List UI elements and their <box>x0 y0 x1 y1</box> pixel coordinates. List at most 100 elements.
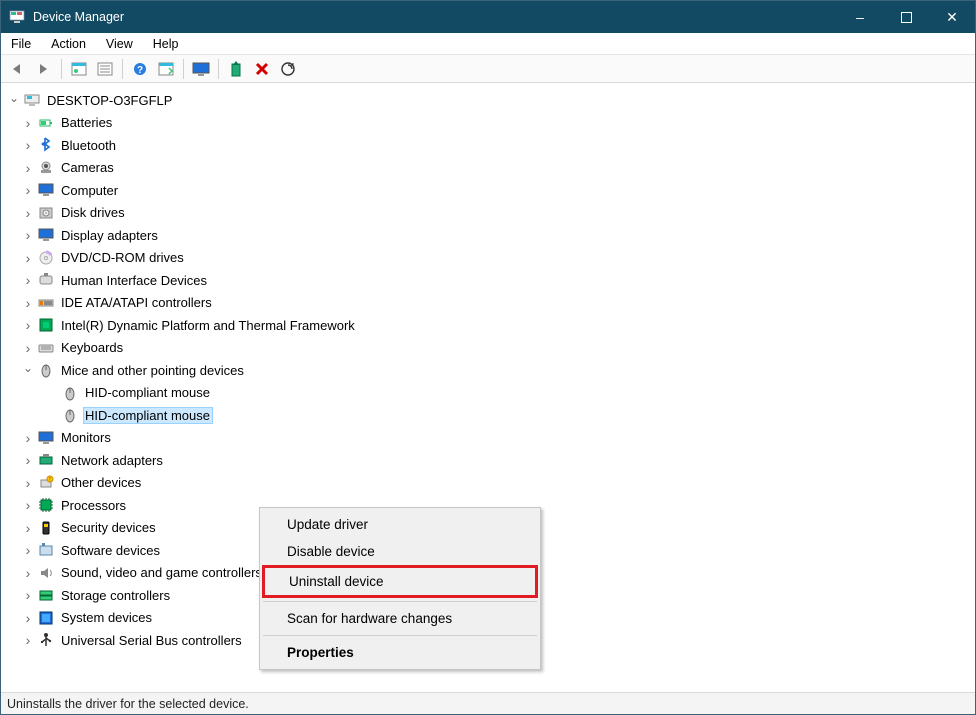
category-node[interactable]: Network adapters <box>1 449 975 472</box>
caret-icon[interactable] <box>21 587 35 603</box>
ide-icon <box>37 294 55 312</box>
disk-icon <box>37 204 55 222</box>
caret-icon[interactable] <box>21 317 35 333</box>
properties-button[interactable] <box>93 58 117 80</box>
root-label[interactable]: DESKTOP-O3FGFLP <box>45 92 175 109</box>
close-button[interactable]: ✕ <box>929 1 975 33</box>
menu-action[interactable]: Action <box>41 35 96 53</box>
caret-icon[interactable] <box>21 452 35 468</box>
network-icon <box>37 451 55 469</box>
monitor-toolbar-icon[interactable] <box>189 58 213 80</box>
minimize-button[interactable]: – <box>837 1 883 33</box>
ctx-uninstall-device[interactable]: Uninstall device <box>265 568 535 595</box>
category-node[interactable]: Disk drives <box>1 202 975 225</box>
category-node[interactable]: Batteries <box>1 112 975 135</box>
caret-icon[interactable] <box>21 295 35 311</box>
caret-icon[interactable] <box>21 565 35 581</box>
category-label[interactable]: Computer <box>59 182 121 199</box>
category-label[interactable]: System devices <box>59 609 155 626</box>
scan-toolbar-button[interactable] <box>276 58 300 80</box>
caret-icon[interactable] <box>21 475 35 491</box>
category-label[interactable]: Disk drives <box>59 204 128 221</box>
category-label[interactable]: DVD/CD-ROM drives <box>59 249 187 266</box>
update-driver-button[interactable] <box>224 58 248 80</box>
help-button[interactable]: ? <box>128 58 152 80</box>
category-node[interactable]: Bluetooth <box>1 134 975 157</box>
category-label[interactable]: Cameras <box>59 159 117 176</box>
category-label[interactable]: Security devices <box>59 519 159 536</box>
caret-icon[interactable] <box>21 250 35 266</box>
caret-icon[interactable] <box>21 610 35 626</box>
cpu-icon <box>37 496 55 514</box>
category-label[interactable]: Monitors <box>59 429 114 446</box>
category-label[interactable]: Software devices <box>59 542 163 559</box>
caret-icon[interactable] <box>21 632 35 648</box>
status-bar: Uninstalls the driver for the selected d… <box>1 692 975 714</box>
category-label[interactable]: Keyboards <box>59 339 126 356</box>
caret-icon[interactable] <box>21 520 35 536</box>
show-hidden-button[interactable] <box>67 58 91 80</box>
view-button[interactable] <box>154 58 178 80</box>
back-button[interactable] <box>6 58 30 80</box>
caret-icon[interactable] <box>21 340 35 356</box>
caret-icon[interactable] <box>21 205 35 221</box>
category-node[interactable]: IDE ATA/ATAPI controllers <box>1 292 975 315</box>
device-label[interactable]: HID-compliant mouse <box>83 384 213 401</box>
caret-icon[interactable] <box>7 93 21 107</box>
category-label[interactable]: Other devices <box>59 474 144 491</box>
category-node[interactable]: Cameras <box>1 157 975 180</box>
forward-button[interactable] <box>32 58 56 80</box>
category-node[interactable]: Monitors <box>1 427 975 450</box>
category-label[interactable]: Human Interface Devices <box>59 272 210 289</box>
caret-icon[interactable] <box>21 182 35 198</box>
root-node[interactable]: DESKTOP-O3FGFLP <box>1 89 975 112</box>
maximize-button[interactable] <box>883 1 929 33</box>
category-label[interactable]: Intel(R) Dynamic Platform and Thermal Fr… <box>59 317 358 334</box>
caret-icon[interactable] <box>21 542 35 558</box>
category-label[interactable]: Storage controllers <box>59 587 173 604</box>
category-node[interactable]: DVD/CD-ROM drives <box>1 247 975 270</box>
camera-icon <box>37 159 55 177</box>
category-node[interactable]: Keyboards <box>1 337 975 360</box>
status-text: Uninstalls the driver for the selected d… <box>7 697 249 711</box>
caret-icon[interactable] <box>21 430 35 446</box>
category-label[interactable]: IDE ATA/ATAPI controllers <box>59 294 215 311</box>
uninstall-toolbar-button[interactable] <box>250 58 274 80</box>
category-label[interactable]: Batteries <box>59 114 115 131</box>
category-node[interactable]: Computer <box>1 179 975 202</box>
ctx-scan-hardware[interactable]: Scan for hardware changes <box>263 605 537 632</box>
category-node[interactable]: Intel(R) Dynamic Platform and Thermal Fr… <box>1 314 975 337</box>
device-node[interactable]: HID-compliant mouse <box>1 404 975 427</box>
menu-file[interactable]: File <box>1 35 41 53</box>
ctx-update-driver[interactable]: Update driver <box>263 511 537 538</box>
caret-icon[interactable] <box>21 160 35 176</box>
caret-icon[interactable] <box>21 497 35 513</box>
device-tree[interactable]: DESKTOP-O3FGFLP Batteries Bluetooth Came… <box>1 83 975 692</box>
menu-help[interactable]: Help <box>143 35 189 53</box>
category-node[interactable]: Human Interface Devices <box>1 269 975 292</box>
category-label[interactable]: Universal Serial Bus controllers <box>59 632 245 649</box>
ctx-disable-device[interactable]: Disable device <box>263 538 537 565</box>
category-label[interactable]: Mice and other pointing devices <box>59 362 247 379</box>
menu-view[interactable]: View <box>96 35 143 53</box>
ctx-properties[interactable]: Properties <box>263 639 537 666</box>
caret-icon[interactable] <box>21 272 35 288</box>
device-label[interactable]: HID-compliant mouse <box>83 407 213 424</box>
category-node[interactable]: Mice and other pointing devices <box>1 359 975 382</box>
category-label[interactable]: Network adapters <box>59 452 166 469</box>
monitor-icon <box>37 429 55 447</box>
category-label[interactable]: Sound, video and game controllers <box>59 564 265 581</box>
category-label[interactable]: Processors <box>59 497 129 514</box>
category-node[interactable]: ! Other devices <box>1 472 975 495</box>
caret-icon[interactable] <box>21 227 35 243</box>
category-node[interactable]: Display adapters <box>1 224 975 247</box>
category-label[interactable]: Bluetooth <box>59 137 119 154</box>
device-node[interactable]: HID-compliant mouse <box>1 382 975 405</box>
caret-icon[interactable] <box>21 115 35 131</box>
system-icon <box>37 609 55 627</box>
caret-icon[interactable] <box>21 363 35 377</box>
title-bar[interactable]: Device Manager – ✕ <box>1 1 975 33</box>
caret-icon[interactable] <box>21 137 35 153</box>
category-label[interactable]: Display adapters <box>59 227 161 244</box>
context-menu: Update driver Disable device Uninstall d… <box>259 507 541 670</box>
